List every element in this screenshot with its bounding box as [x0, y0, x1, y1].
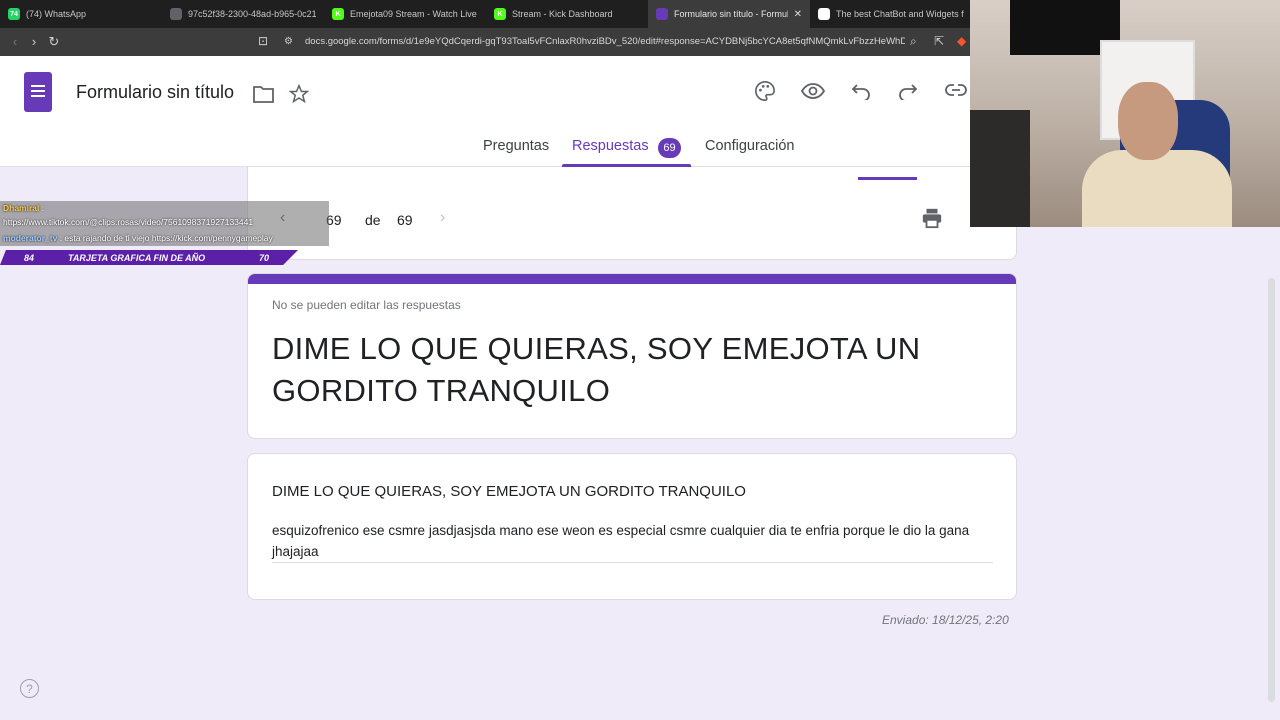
tab-title: Emejota09 Stream - Watch Live o [350, 9, 478, 19]
site-settings-icon[interactable]: ⚙ [284, 36, 293, 47]
form-heading: DIME LO QUE QUIERAS, SOY EMEJOTA UN GORD… [272, 331, 921, 408]
tab-favicon-icon: K [494, 8, 506, 20]
link-icon[interactable] [945, 83, 967, 97]
close-tab-icon[interactable]: ✕ [794, 9, 802, 20]
individual-view-indicator [858, 177, 917, 180]
chat-message: moderator_tv : esta rajando de ti viejo … [3, 233, 273, 243]
pager-separator: de [365, 212, 381, 228]
bookmark-icon[interactable]: ⊡ [258, 34, 268, 48]
tab-preguntas[interactable]: Preguntas [483, 138, 549, 154]
url-field[interactable]: docs.google.com/forms/d/1e9eYQdCqerdi-gq… [305, 36, 905, 47]
goal-right-value: 70 [259, 252, 270, 263]
chat-message: https://www.tiktok.com/@clips.rosas/vide… [3, 217, 253, 227]
page-scrollbar[interactable] [1268, 278, 1275, 702]
browser-tab[interactable]: K Emejota09 Stream - Watch Live o [324, 0, 486, 28]
tab-title: Formulario sin título - Formular [674, 9, 788, 19]
form-accent-bar [248, 274, 1016, 284]
share-icon[interactable]: ⇱ [934, 34, 944, 48]
browser-tab[interactable]: 74 (74) WhatsApp [0, 0, 162, 28]
answer-underline [272, 562, 993, 563]
palette-icon[interactable] [754, 80, 776, 102]
no-edit-notice: No se pueden editar las respuestas [272, 298, 461, 312]
reload-icon[interactable]: ↻ [44, 34, 64, 50]
webcam-person-head [1118, 82, 1178, 160]
webcam-person-body [1082, 150, 1232, 227]
answer-text: esquizofrenico ese csmre jasdjasjsda man… [272, 523, 970, 559]
tab-respuestas[interactable]: Respuestas [572, 138, 649, 154]
responses-count-badge: 69 [658, 138, 681, 158]
undo-icon[interactable] [851, 82, 871, 100]
webcam-background [970, 110, 1030, 227]
response-navigation-card [247, 167, 1017, 260]
redo-icon[interactable] [898, 82, 918, 100]
tab-favicon-icon: K [332, 8, 344, 20]
eye-icon[interactable] [801, 82, 825, 100]
stream-goal-bar: 84 TARJETA GRAFICA FIN DE AÑO 70 [0, 250, 298, 265]
browser-tab[interactable]: 97c52f38-2300-48ad-b965-0c212b6 [162, 0, 324, 28]
tab-favicon-icon: 74 [8, 8, 20, 20]
chat-text: https://www.tiktok.com/@clips.rosas/vide… [3, 217, 254, 227]
folder-icon[interactable] [253, 85, 274, 103]
browser-tab[interactable]: The best ChatBot and Widgets for K [810, 0, 972, 28]
tab-title: Stream - Kick Dashboard [512, 9, 613, 19]
tab-title: 97c52f38-2300-48ad-b965-0c212b6 [188, 9, 316, 19]
forward-icon[interactable]: › [24, 34, 44, 49]
tab-favicon-icon [818, 8, 830, 20]
tab-favicon-icon [170, 8, 182, 20]
goal-left-value: 84 [24, 252, 35, 263]
browser-tab[interactable]: K Stream - Kick Dashboard [486, 0, 648, 28]
webcam-overlay [970, 0, 1280, 227]
tab-configuracion[interactable]: Configuración [705, 138, 794, 154]
stream-chat-overlay: Dhamiral : https://www.tiktok.com/@clips… [0, 201, 329, 246]
star-icon[interactable] [289, 84, 309, 104]
submitted-timestamp: Enviado: 18/12/25, 2:20 [882, 613, 1009, 627]
help-icon[interactable]: ? [20, 679, 39, 698]
tab-title: (74) WhatsApp [26, 9, 87, 19]
forms-logo-icon[interactable] [24, 72, 52, 112]
tab-title: The best ChatBot and Widgets for K [836, 9, 964, 19]
form-title-card: No se pueden editar las respuestas DIME … [247, 273, 1017, 439]
chat-username: moderator_tv [3, 233, 58, 243]
print-icon[interactable] [921, 207, 943, 229]
total-responses: 69 [397, 212, 413, 228]
question-card: DIME LO QUE QUIERAS, SOY EMEJOTA UN GORD… [247, 453, 1017, 600]
chat-text: : esta rajando de ti viejo https://kick.… [57, 233, 273, 243]
brave-shield-icon[interactable]: ◆ [957, 34, 966, 48]
goal-label: TARJETA GRAFICA FIN DE AÑO [68, 252, 206, 263]
browser-tab[interactable]: Formulario sin título - Formular ✕ [648, 0, 810, 28]
question-title: DIME LO QUE QUIERAS, SOY EMEJOTA UN GORD… [272, 483, 746, 500]
tab-favicon-icon [656, 8, 668, 20]
form-title[interactable]: Formulario sin título [76, 82, 234, 103]
chat-message: Dhamiral : [3, 203, 44, 213]
chat-text: : [39, 203, 45, 213]
back-icon[interactable]: ‹ [5, 34, 25, 49]
next-response-icon[interactable]: › [440, 209, 445, 227]
chat-username: Dhamiral [3, 203, 40, 213]
zoom-icon[interactable]: ⌕ [910, 34, 917, 49]
